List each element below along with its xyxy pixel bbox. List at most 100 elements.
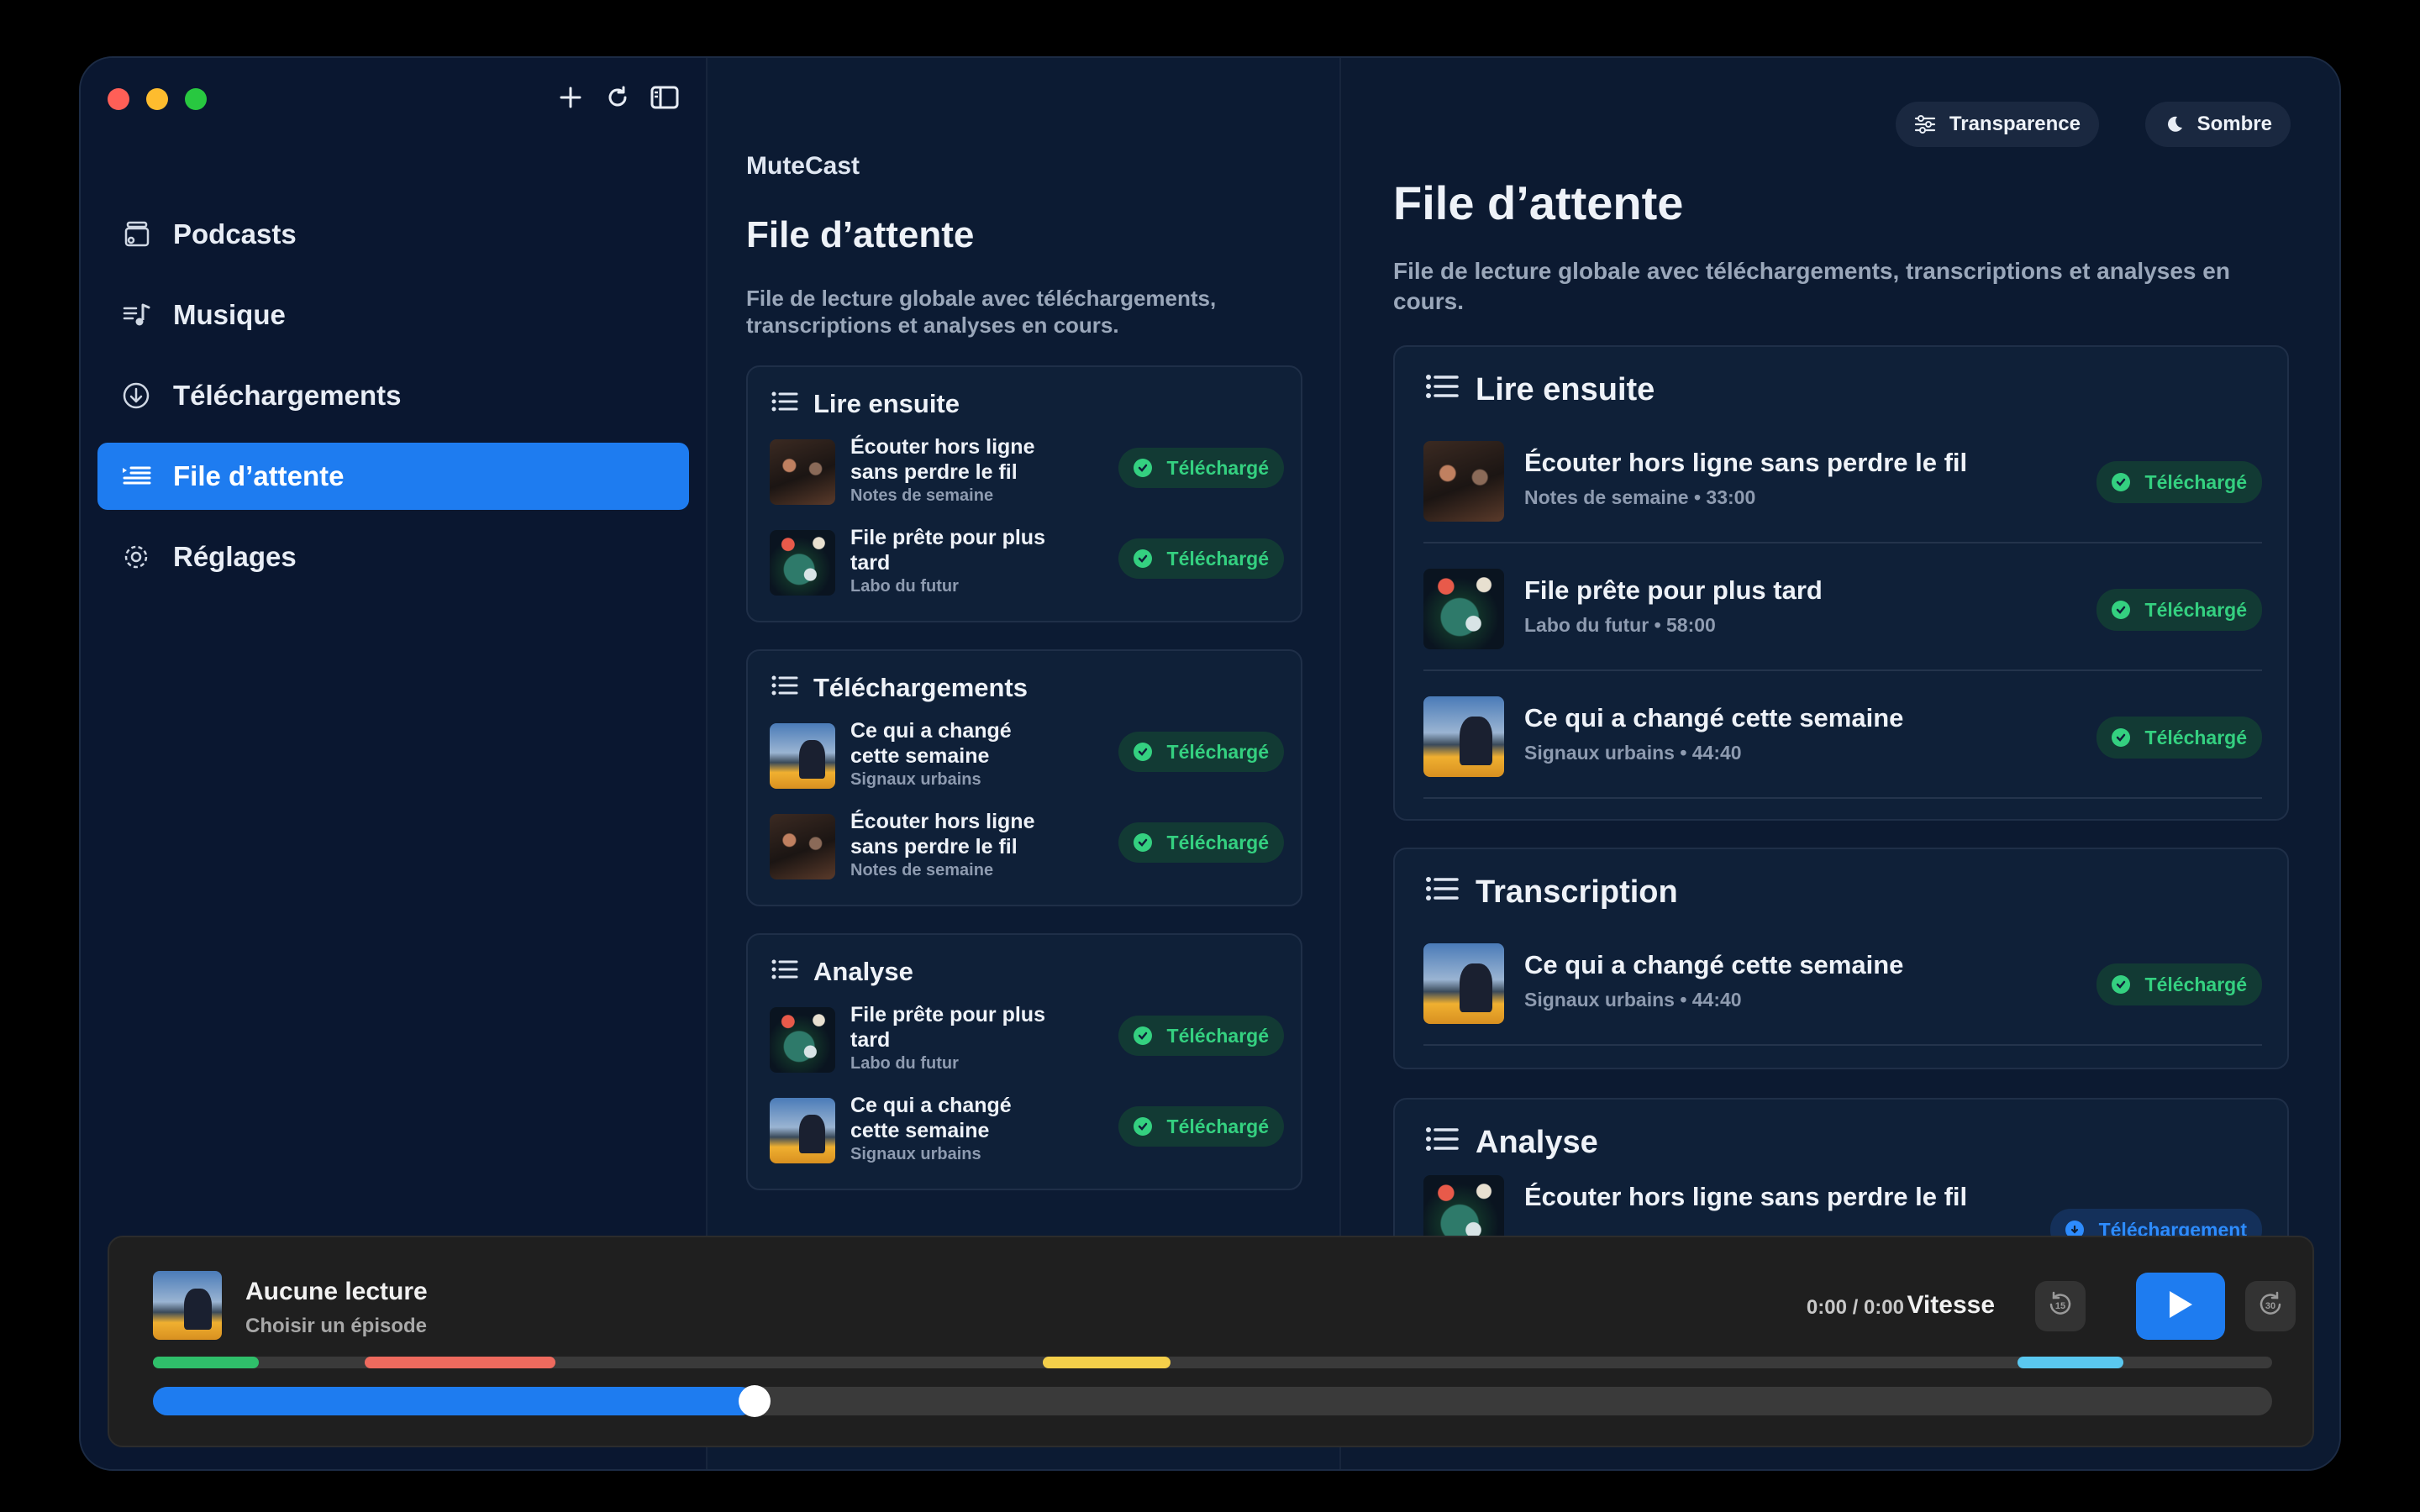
check-icon xyxy=(2111,473,2130,491)
list-item[interactable]: Écouter hors ligne sans perdre le fil No… xyxy=(1423,416,2262,543)
status-badge: Téléchargé xyxy=(1118,538,1284,579)
speed-button[interactable]: Vitesse xyxy=(1907,1291,1995,1320)
episode-title: Ce qui a changé cette semaine xyxy=(850,719,1012,768)
sidebar-item-label: Téléchargements xyxy=(173,380,402,411)
progress-knob[interactable] xyxy=(739,1385,771,1417)
sidebar-toggle-icon[interactable] xyxy=(650,83,679,112)
episode-title: File prête pour plus tard xyxy=(850,526,1045,575)
segment-marker xyxy=(2018,1357,2124,1368)
list-item[interactable]: File prête pour plus tard Labo du futur … xyxy=(770,1002,1284,1073)
episode-artwork xyxy=(1423,569,1504,649)
status-badge: Téléchargé xyxy=(2096,589,2262,631)
section-header: Analyse xyxy=(771,957,913,987)
now-playing-subtitle: Choisir un épisode xyxy=(245,1315,428,1337)
episode-artwork xyxy=(1423,441,1504,522)
sidebar-item-telechargements[interactable]: Téléchargements xyxy=(97,362,689,429)
gear-icon xyxy=(119,540,153,574)
skip-back-icon: 15 xyxy=(2046,1290,2075,1323)
section-header: Transcription xyxy=(1425,874,1678,911)
list-item[interactable]: Ce qui a changé cette semaine Signaux ur… xyxy=(1423,671,2262,799)
episode-source: Labo du futur xyxy=(850,1054,959,1073)
list-item[interactable]: Ce qui a changé cette semaine Signaux ur… xyxy=(1423,918,2262,1046)
episode-artwork xyxy=(770,1098,835,1163)
status-badge: Téléchargé xyxy=(1118,1016,1284,1056)
section-title: Transcription xyxy=(1476,874,1678,910)
minimize-window-button[interactable] xyxy=(146,88,168,110)
app-window: Podcasts Musique Téléchargements File d’… xyxy=(79,56,2341,1471)
page-title: File d’attente xyxy=(746,214,975,255)
progress-slider[interactable] xyxy=(153,1385,2272,1417)
check-icon xyxy=(1133,743,1152,761)
close-window-button[interactable] xyxy=(108,88,129,110)
episode-artwork xyxy=(770,530,835,596)
sidebar-toolbar xyxy=(556,83,679,112)
sidebar-nav: Podcasts Musique Téléchargements File d’… xyxy=(97,201,689,604)
list-item[interactable]: File prête pour plus tard Labo du futur … xyxy=(770,525,1284,596)
list-item[interactable]: Ce qui a changé cette semaine Signaux ur… xyxy=(770,1093,1284,1163)
episode-title: File prête pour plus tard xyxy=(850,1003,1045,1052)
transparency-label: Transparence xyxy=(1949,113,2081,135)
sidebar-item-file-attente[interactable]: File d’attente xyxy=(97,443,689,510)
status-label: Téléchargé xyxy=(1166,740,1269,763)
list-item[interactable]: Écouter hors ligne sans perdre le fil No… xyxy=(770,434,1284,505)
detail-subtitle: File de lecture globale avec téléchargem… xyxy=(1393,258,2230,314)
skip-back-label: 15 xyxy=(2055,1301,2065,1311)
sliders-icon xyxy=(1914,115,1936,134)
queue-icon xyxy=(119,459,153,493)
podcasts-icon xyxy=(119,218,153,251)
check-icon xyxy=(1133,459,1152,477)
segment-marker xyxy=(153,1357,260,1368)
music-icon xyxy=(119,298,153,332)
sidebar-item-reglages[interactable]: Réglages xyxy=(97,523,689,591)
list-item[interactable]: Ce qui a changé cette semaine Signaux ur… xyxy=(770,718,1284,789)
segment-marker xyxy=(1043,1357,1171,1368)
check-icon xyxy=(1133,1026,1152,1045)
section-title: Lire ensuite xyxy=(1476,372,1655,407)
episode-meta: Notes de semaine • 33:00 xyxy=(1524,486,1756,508)
dark-mode-label: Sombre xyxy=(2196,113,2272,135)
section-title: Lire ensuite xyxy=(813,389,960,418)
list-item[interactable]: Écouter hors ligne sans perdre le fil No… xyxy=(770,809,1284,879)
episode-artwork xyxy=(1423,696,1504,777)
refresh-icon[interactable] xyxy=(603,83,632,112)
episode-artwork xyxy=(770,439,835,505)
status-badge: Téléchargé xyxy=(1118,732,1284,772)
now-playing-artwork xyxy=(153,1271,222,1340)
episode-title: Écouter hors ligne sans perdre le fil xyxy=(1524,1182,1968,1211)
sidebar-item-podcasts[interactable]: Podcasts xyxy=(97,201,689,268)
check-icon xyxy=(2111,975,2130,994)
episode-title: Ce qui a changé cette semaine xyxy=(1524,703,1904,732)
zoom-window-button[interactable] xyxy=(185,88,207,110)
episode-meta: Signaux urbains • 44:40 xyxy=(1524,742,1742,764)
add-icon[interactable] xyxy=(556,83,585,112)
episode-source: Signaux urbains xyxy=(850,770,981,789)
list-icon xyxy=(1425,874,1459,911)
check-icon xyxy=(1133,549,1152,568)
check-icon xyxy=(1133,833,1152,852)
skip-back-button[interactable]: 15 xyxy=(2035,1281,2086,1331)
episode-title: Ce qui a changé cette semaine xyxy=(850,1094,1012,1142)
status-label: Téléchargé xyxy=(2144,598,2247,621)
play-button[interactable] xyxy=(2136,1273,2225,1340)
dark-mode-button[interactable]: Sombre xyxy=(2144,102,2291,147)
transparency-button[interactable]: Transparence xyxy=(1895,102,2099,147)
status-badge: Téléchargé xyxy=(1118,822,1284,863)
queue-section-card: Téléchargements Ce qui a changé cette se… xyxy=(746,649,1302,906)
episode-artwork xyxy=(770,723,835,789)
sidebar-item-musique[interactable]: Musique xyxy=(97,281,689,349)
download-icon xyxy=(119,379,153,412)
list-icon xyxy=(771,673,798,703)
episode-artwork xyxy=(770,814,835,879)
detail-title: File d’attente xyxy=(1393,176,1684,229)
episode-title: Écouter hors ligne sans perdre le fil xyxy=(850,435,1035,484)
skip-forward-button[interactable]: 30 xyxy=(2245,1281,2296,1331)
section-title: Téléchargements xyxy=(813,673,1028,702)
status-badge: Téléchargé xyxy=(1118,448,1284,488)
list-item[interactable]: File prête pour plus tard Labo du futur … xyxy=(1423,543,2262,671)
check-icon xyxy=(1133,1117,1152,1136)
queue-section-card: Analyse File prête pour plus tard Labo d… xyxy=(746,933,1302,1190)
status-badge: Téléchargé xyxy=(2096,963,2262,1005)
queue-section-card: Transcription Ce qui a changé cette sema… xyxy=(1393,848,2289,1069)
status-badge: Téléchargé xyxy=(2096,717,2262,759)
check-icon xyxy=(2111,601,2130,619)
